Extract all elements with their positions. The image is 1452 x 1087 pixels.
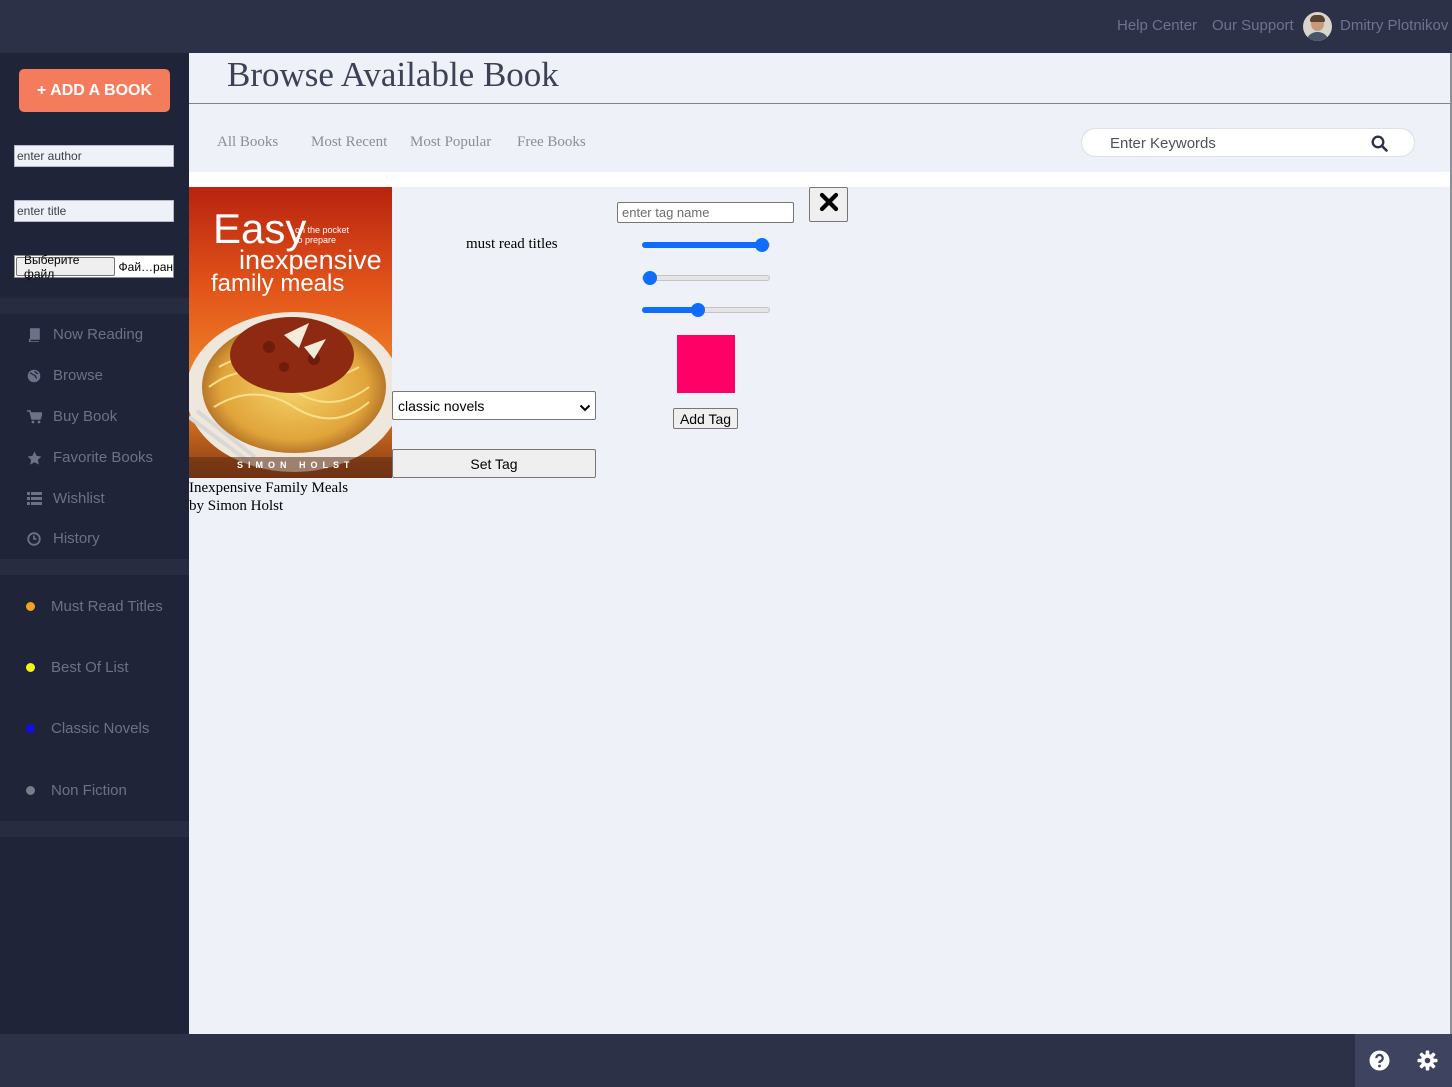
author-input[interactable]: [14, 145, 174, 167]
color-swatch: [677, 335, 735, 393]
tag-dot-icon: [26, 724, 35, 733]
book-title: Inexpensive Family Meals: [189, 480, 349, 496]
help-icon[interactable]: [1369, 1050, 1390, 1076]
search-box: [1081, 128, 1415, 157]
star-icon: [26, 450, 42, 466]
sidebar-item-label: Buy Book: [53, 408, 118, 425]
sidebar-item-label: History: [53, 530, 100, 547]
sidebar-item-wishlist[interactable]: Wishlist: [26, 490, 105, 507]
tag-dot-icon: [26, 602, 35, 611]
color-slider-green[interactable]: [642, 271, 770, 285]
sidebar-item-label: Wishlist: [53, 490, 105, 507]
current-tag-label: must read titles: [466, 236, 558, 252]
color-slider-blue[interactable]: [642, 303, 770, 317]
cover-line-2: family meals: [211, 270, 344, 297]
bottom-icon-group: [1355, 1034, 1452, 1087]
sidebar-tag-label: Non Fiction: [51, 782, 127, 799]
avatar[interactable]: [1303, 12, 1332, 41]
title-divider: [189, 103, 1450, 104]
sidebar-item-buy-book[interactable]: Buy Book: [26, 408, 117, 425]
slider-thumb[interactable]: [755, 238, 769, 252]
clock-icon: [26, 531, 42, 547]
tag-select-value: classic novels: [398, 397, 485, 414]
file-input[interactable]: Выберите файл Фай…ран: [14, 253, 174, 281]
tab-all-books[interactable]: All Books: [217, 134, 278, 151]
close-icon: [819, 192, 839, 217]
sidebar-tag-label: Best Of List: [51, 659, 129, 676]
cover-tagline-1: on the pocket: [295, 225, 350, 235]
cart-icon: [26, 409, 42, 425]
add-book-button[interactable]: + ADD A BOOK: [19, 69, 170, 112]
sidebar-tag-non-fiction[interactable]: Non Fiction: [26, 782, 127, 799]
tab-most-popular[interactable]: Most Popular: [410, 134, 491, 151]
sidebar-divider: [0, 821, 189, 837]
tab-free-books[interactable]: Free Books: [517, 134, 586, 151]
sidebar-item-now-reading[interactable]: Now Reading: [26, 326, 143, 343]
choose-file-button[interactable]: Выберите файл: [16, 253, 115, 281]
bottom-bar: [0, 1034, 1452, 1087]
sidebar-tag-label: Must Read Titles: [51, 598, 163, 615]
sidebar-item-label: Now Reading: [53, 326, 144, 343]
tag-dot-icon: [26, 786, 35, 795]
title-input[interactable]: [14, 200, 174, 222]
sidebar-item-browse[interactable]: Browse: [26, 367, 103, 384]
sidebar-divider: [0, 559, 189, 575]
help-center-link[interactable]: Help Center: [1117, 17, 1197, 34]
add-tag-button[interactable]: Add Tag: [673, 408, 738, 429]
book-cover-image[interactable]: Easy on the pocket to prepare inexpensiv…: [189, 187, 392, 478]
sidebar-divider: [0, 298, 189, 314]
gear-icon[interactable]: [1417, 1050, 1438, 1076]
close-button[interactable]: [809, 187, 848, 222]
tab-most-recent[interactable]: Most Recent: [311, 134, 387, 151]
cover-tagline-2: to prepare: [295, 235, 336, 245]
globe-icon: [26, 368, 42, 384]
book-caption[interactable]: Inexpensive Family Meals by Simon Holst: [189, 479, 348, 515]
slider-thumb[interactable]: [643, 271, 657, 285]
list-icon: [26, 491, 42, 507]
cover-author: SIMON HOLST: [237, 460, 355, 470]
sidebar-item-label: Favorite Books: [53, 449, 154, 466]
search-icon[interactable]: [1371, 135, 1388, 157]
book-author: by Simon Holst: [189, 498, 284, 514]
tag-name-input[interactable]: [617, 202, 794, 223]
sidebar-tag-classic-novels[interactable]: Classic Novels: [26, 720, 149, 737]
sidebar-item-label: Browse: [53, 367, 104, 384]
color-slider-red[interactable]: [642, 238, 770, 252]
tag-dot-icon: [26, 663, 35, 672]
user-name[interactable]: Dmitry Plotnikov: [1340, 17, 1448, 34]
sidebar-item-favorite-books[interactable]: Favorite Books: [26, 449, 153, 466]
page-title: Browse Available Book: [227, 55, 559, 94]
tag-select[interactable]: classic novels: [392, 391, 596, 420]
sidebar-item-history[interactable]: History: [26, 530, 100, 547]
sidebar-tag-best-of-list[interactable]: Best Of List: [26, 659, 129, 676]
our-support-link[interactable]: Our Support: [1212, 17, 1294, 34]
chevron-down-icon: [579, 400, 591, 416]
set-tag-button[interactable]: Set Tag: [392, 449, 596, 478]
file-status-label: Фай…ран: [118, 259, 173, 274]
sidebar-tag-must-read-titles[interactable]: Must Read Titles: [26, 598, 163, 615]
top-bar: Help Center Our Support Dmitry Plotnikov: [0, 0, 1452, 53]
search-input[interactable]: [1110, 134, 1360, 152]
book-icon: [26, 327, 42, 343]
sidebar: + ADD A BOOK Выберите файл Фай…ран Now R…: [0, 53, 189, 1034]
sidebar-tag-label: Classic Novels: [51, 720, 150, 737]
